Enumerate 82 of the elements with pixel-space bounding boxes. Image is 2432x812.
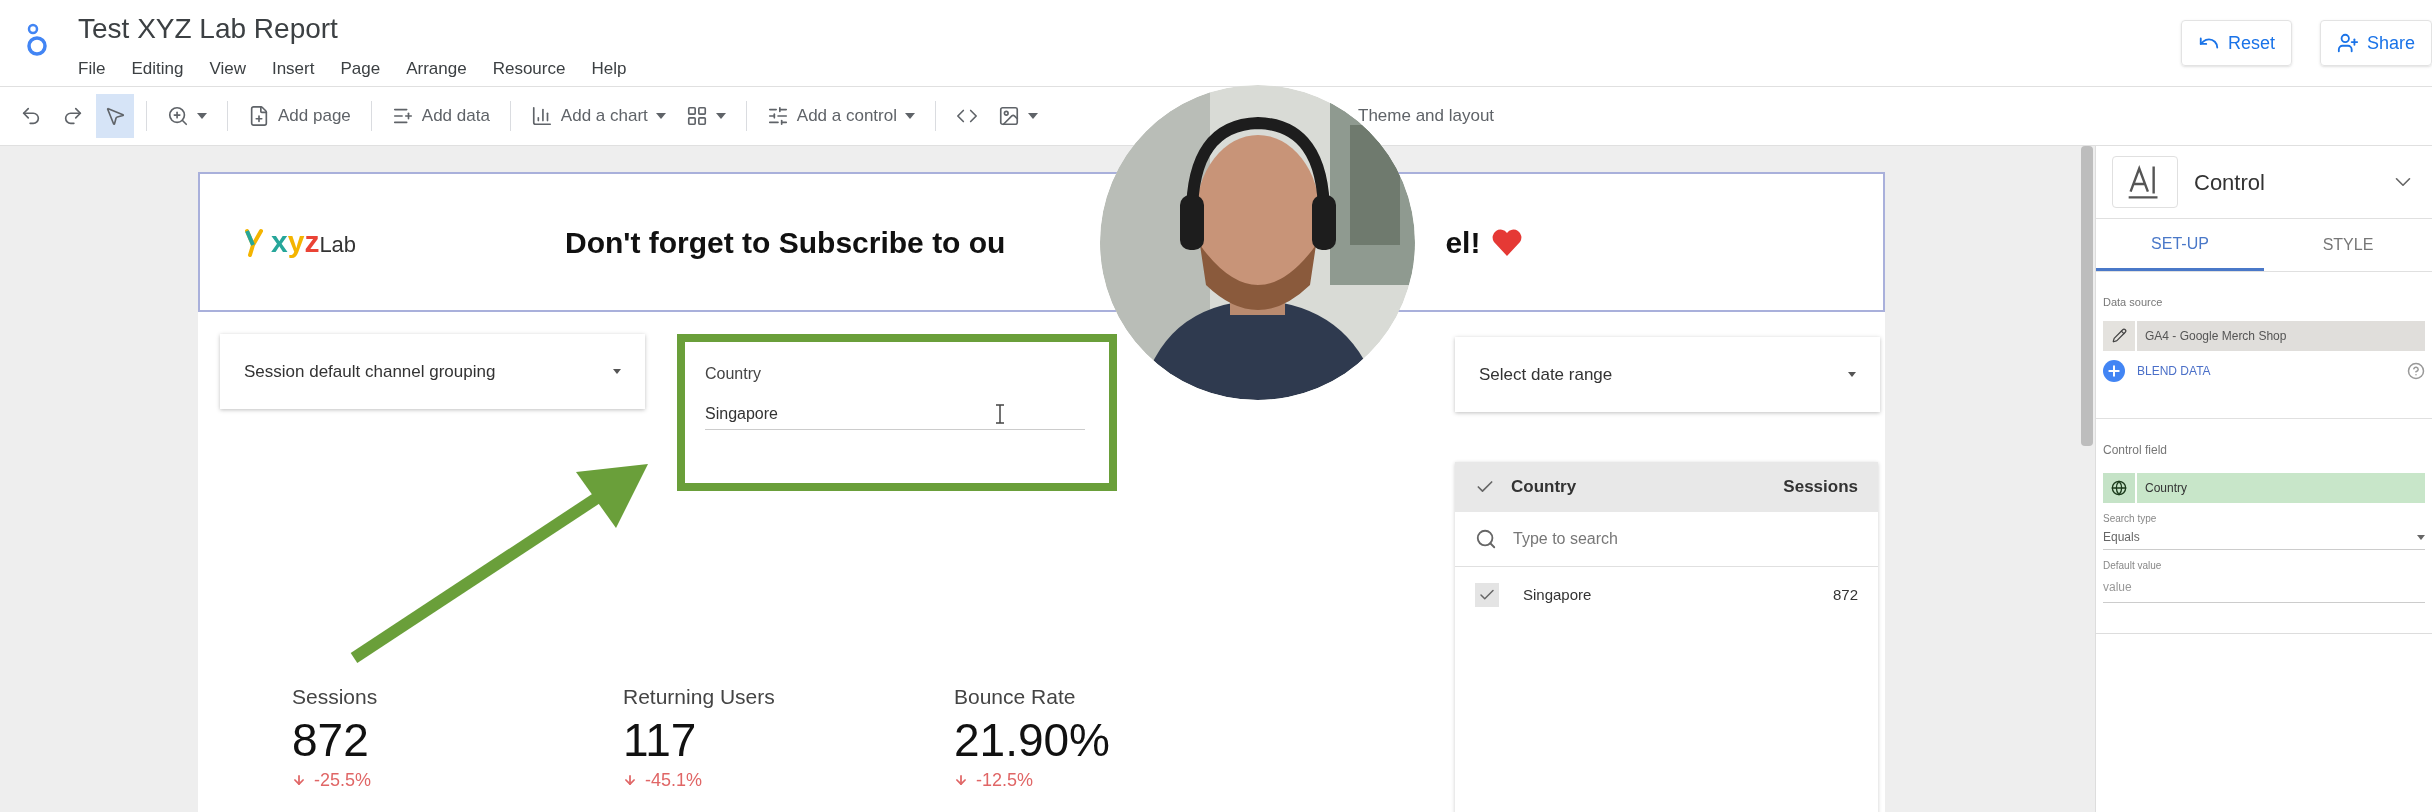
menu-item[interactable]: Help [591, 56, 627, 82]
globe-icon [2111, 479, 2127, 496]
caret-icon [2417, 534, 2425, 540]
menu-item[interactable]: File [78, 56, 106, 82]
scorecard-change: -25.5% [314, 768, 372, 792]
grid-icon [685, 105, 708, 127]
share-button[interactable]: Share [2319, 20, 2432, 66]
scorecard-value: 872 [292, 712, 370, 767]
page-plus-icon [248, 105, 270, 127]
tool-button[interactable] [96, 94, 134, 138]
table-cell-text: Singapore [1523, 584, 1592, 605]
image-icon [998, 105, 1020, 127]
caret-icon [655, 113, 666, 119]
scrollbar[interactable] [2081, 146, 2093, 446]
table-cell-text: 872 [1832, 584, 1858, 605]
down-arrow-icon [292, 773, 306, 787]
search-icon [1475, 528, 1497, 550]
menu-item[interactable]: Editing [131, 56, 184, 82]
plus-icon [2103, 359, 2125, 382]
scorecard-change: -12.5% [976, 768, 1034, 792]
menu-item[interactable]: View [209, 56, 246, 82]
down-arrow-icon [623, 773, 637, 787]
search-type-select[interactable]: Equals [2103, 525, 2425, 550]
reset-button[interactable]: Reset [2180, 20, 2292, 66]
field-label: Data source [2103, 295, 2164, 310]
pencil-icon [2111, 328, 2127, 343]
field-label: Search type [2103, 511, 2158, 526]
panel-tab[interactable]: SET-UP [2096, 219, 2264, 271]
default-value-field[interactable]: value [2103, 572, 2425, 603]
caret-icon [197, 113, 207, 119]
banner-headline: Don't forget to Subscribe to ou [565, 224, 1006, 261]
heart-icon [1492, 228, 1523, 256]
blend-data-link[interactable]: BLEND DATA [2137, 361, 2211, 380]
caret-icon [1848, 372, 1856, 377]
scorecard-value: 21.90% [954, 712, 1111, 767]
logo-icon [245, 227, 263, 257]
search-field[interactable]: Type to search [1455, 512, 1878, 567]
scorecard-change: -45.1% [645, 768, 703, 792]
caret-icon [1028, 113, 1038, 119]
column-header: Country [1511, 476, 1577, 499]
logo-icon [24, 22, 50, 56]
scorecard-label: Sessions [292, 684, 379, 710]
pointer-icon [104, 105, 126, 127]
banner-headline: el! [1445, 224, 1481, 261]
caret-icon [613, 369, 621, 374]
chart-icon [530, 105, 553, 127]
scorecard-label: Returning Users [623, 684, 776, 710]
person-plus-icon [2336, 32, 2359, 54]
undo-icon [20, 105, 42, 127]
panel-title: Control [2194, 168, 2265, 197]
toolbar-button[interactable]: Add data [383, 94, 498, 138]
caret-icon [905, 113, 915, 119]
logo-text: xyzLab [271, 227, 357, 257]
scorecard-value: 117 [623, 712, 698, 767]
text-cursor-icon [995, 403, 1005, 424]
menu-item[interactable]: Arrange [406, 56, 467, 82]
field-label: Default value [2103, 558, 2163, 573]
down-arrow-icon [954, 773, 968, 787]
caret-icon [715, 113, 726, 119]
toolbar-button[interactable]: Add a control [758, 94, 923, 138]
sliders-icon [766, 105, 789, 127]
control-label: Country [705, 364, 763, 384]
text-control-icon [2112, 156, 2178, 208]
toolbar-button[interactable]: Theme and layout [1350, 94, 1503, 138]
menu-item[interactable]: Resource [492, 56, 566, 82]
column-header: Sessions [1783, 476, 1858, 499]
table-row[interactable]: Singapore 872 [1455, 567, 1878, 623]
checkbox[interactable] [1475, 583, 1499, 607]
toolbar-button[interactable]: Add page [240, 94, 359, 138]
toolbar-button[interactable]: Add a chart [522, 94, 674, 138]
zoom-icon [167, 105, 189, 127]
dropdown-control[interactable]: Session default channel grouping [220, 334, 645, 409]
menu-item[interactable]: Insert [271, 56, 315, 82]
scorecard-label: Bounce Rate [954, 684, 1077, 710]
report-title: Test XYZ Lab Report [78, 12, 339, 46]
field-label: Control field [2103, 441, 2169, 459]
text-input[interactable]: Singapore [705, 398, 1085, 430]
redo-icon [62, 105, 84, 127]
help-icon[interactable] [2407, 361, 2425, 380]
panel-tab[interactable]: STYLE [2264, 219, 2432, 271]
menu-item[interactable]: Page [340, 56, 381, 82]
dropdown-control[interactable]: Select date range [1455, 337, 1880, 412]
